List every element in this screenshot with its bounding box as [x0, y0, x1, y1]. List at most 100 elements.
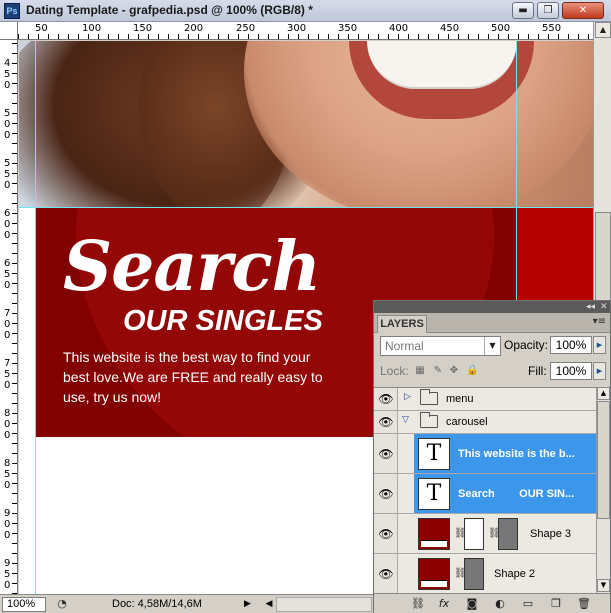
lock-all-icon[interactable]: 🔒: [466, 365, 478, 377]
ruler-ticks: [18, 34, 593, 39]
ruler-label: 100: [82, 23, 102, 34]
scroll-down-button[interactable]: ▼: [597, 579, 610, 592]
layer-list-scrollbar[interactable]: ▲ ▼: [596, 387, 610, 593]
fill-slider-button[interactable]: ▶: [593, 362, 606, 380]
blend-mode-value: Normal: [385, 339, 424, 353]
eye-icon[interactable]: 👁: [378, 527, 394, 541]
group-indent: [398, 514, 414, 553]
group-indent: [398, 554, 414, 593]
ruler-origin[interactable]: [0, 22, 18, 40]
window-title: Dating Template - grafpedia.psd @ 100% (…: [26, 3, 313, 17]
eye-icon[interactable]: 👁: [378, 447, 394, 461]
add-mask-icon[interactable]: ◙: [464, 597, 480, 611]
scroll-up-button[interactable]: ▲: [597, 387, 610, 400]
navigator-icon[interactable]: ◔: [52, 597, 72, 612]
shape-thumbnail: [418, 558, 450, 590]
new-group-icon[interactable]: ▭: [520, 597, 536, 611]
zoom-level-field[interactable]: 100%: [2, 597, 46, 612]
vector-mask-thumbnail[interactable]: [498, 518, 518, 550]
opacity-label: Opacity:: [504, 338, 549, 352]
opacity-input[interactable]: 100%: [550, 336, 592, 354]
ruler-label: 6 0 0: [4, 208, 11, 241]
link-layers-icon[interactable]: ⛓: [410, 597, 426, 611]
ruler-label: 8 5 0: [4, 458, 11, 491]
ruler-label: 9 0 0: [4, 508, 11, 541]
ruler-label: 7 5 0: [4, 358, 11, 391]
banner-body-text: This website is the best way to find you…: [63, 349, 323, 405]
guide-line-horizontal[interactable]: [19, 207, 593, 208]
eye-icon[interactable]: 👁: [378, 415, 394, 429]
blend-mode-select[interactable]: Normal ▼: [380, 336, 501, 356]
link-icon[interactable]: ⛓: [454, 568, 467, 580]
text-layer-icon: T: [418, 438, 450, 470]
lock-pixels-icon[interactable]: ✎: [432, 365, 444, 377]
layer-row-headline-text[interactable]: 👁 T Search OUR SIN...: [374, 474, 596, 514]
layer-name: Shape 2: [494, 568, 535, 580]
vertical-ruler[interactable]: 4 5 0 5 0 0 5 5 0 6 0 0 6 5 0 7 0 0 7 5 …: [0, 40, 18, 594]
ruler-label: 5 0 0: [4, 108, 11, 141]
lock-transparency-icon[interactable]: ▦: [414, 365, 426, 377]
layer-name: menu: [446, 393, 474, 405]
minimize-button[interactable]: ▬: [512, 2, 534, 19]
vector-mask-thumbnail[interactable]: [464, 558, 484, 590]
horizontal-scrollbar[interactable]: [276, 597, 372, 612]
ruler-label: 450: [440, 23, 460, 34]
opacity-slider-button[interactable]: ▶: [593, 336, 606, 354]
scroll-up-button[interactable]: ▲: [595, 22, 611, 38]
link-icon[interactable]: ⛓: [488, 528, 501, 540]
text-layer-icon: T: [418, 478, 450, 510]
tab-layers[interactable]: LAYERS: [377, 315, 427, 333]
layer-name: Shape 3: [530, 528, 571, 540]
fx-icon[interactable]: fx: [436, 597, 452, 611]
collapse-triangle-icon[interactable]: ▽: [402, 415, 409, 425]
ruler-label: 400: [389, 23, 409, 34]
expand-triangle-icon[interactable]: ▷: [404, 392, 411, 402]
banner-headline: Search: [63, 227, 321, 307]
scroll-thumb[interactable]: [595, 212, 611, 312]
folder-icon: [420, 389, 438, 405]
eye-icon[interactable]: 👁: [378, 392, 394, 406]
ruler-label: 6 5 0: [4, 258, 11, 291]
ruler-label: 7 0 0: [4, 308, 11, 341]
lock-position-icon[interactable]: ✥: [448, 365, 460, 377]
scroll-thumb[interactable]: [597, 401, 610, 519]
lock-label: Lock:: [380, 364, 409, 378]
layer-name: This website is the b...: [458, 448, 575, 460]
layers-panel: ◂◂ ✕ LAYERS ▾≡ Normal ▼ Opacity: 100% ▶ …: [373, 300, 611, 613]
layers-panel-toolbar: ⛓ fx ◙ ◐ ▭ ❐ 🗑: [374, 593, 610, 613]
collapse-panel-icon[interactable]: ◂◂: [586, 301, 595, 313]
document-size-info[interactable]: Doc: 4,58M/14,6M: [112, 598, 202, 610]
link-icon[interactable]: ⛓: [454, 528, 467, 540]
panel-menu-icon[interactable]: ▾≡: [593, 316, 606, 327]
ruler-label: 300: [287, 23, 307, 34]
fill-input[interactable]: 100%: [550, 362, 592, 380]
guide-line-vertical[interactable]: [35, 41, 36, 594]
layer-row-menu[interactable]: 👁 ▷ menu: [374, 388, 596, 411]
ruler-label: 150: [133, 23, 153, 34]
scroll-left-button[interactable]: ◀: [262, 597, 276, 612]
photoshop-document-window: Ps Dating Template - grafpedia.psd @ 100…: [0, 0, 611, 613]
eye-icon[interactable]: 👁: [378, 487, 394, 501]
ruler-ticks: [12, 40, 17, 594]
layer-row-carousel[interactable]: 👁 ▽ carousel: [374, 411, 596, 434]
close-panel-icon[interactable]: ✕: [600, 301, 608, 313]
panel-dock-bar[interactable]: ◂◂ ✕: [374, 301, 610, 313]
trash-icon[interactable]: 🗑: [576, 597, 592, 611]
maximize-button[interactable]: ❐: [537, 2, 559, 19]
status-menu-arrow-icon[interactable]: ▶: [244, 597, 256, 612]
eye-icon[interactable]: 👁: [378, 567, 394, 581]
chevron-down-icon[interactable]: ▼: [484, 337, 500, 355]
title-bar[interactable]: Ps Dating Template - grafpedia.psd @ 100…: [0, 0, 611, 22]
new-layer-icon[interactable]: ❐: [548, 597, 564, 611]
layer-mask-thumbnail[interactable]: [464, 518, 484, 550]
layer-row-shape-2[interactable]: 👁 ⛓ Shape 2: [374, 554, 596, 593]
ruler-label: 550: [542, 23, 562, 34]
smiling-woman-photo: [19, 41, 593, 207]
ruler-label: 5 5 0: [4, 158, 11, 191]
layer-row-shape-3[interactable]: 👁 ⛓ ⛓ Shape 3: [374, 514, 596, 554]
layer-list: 👁 ▷ menu 👁 ▽ carousel 👁 T This website i…: [374, 387, 596, 593]
layer-row-body-text[interactable]: 👁 T This website is the b...: [374, 434, 596, 474]
horizontal-ruler[interactable]: 50 100 150 200 250 300 350 400 450 500 5…: [18, 22, 593, 40]
adjustment-layer-icon[interactable]: ◐: [492, 597, 508, 611]
close-button[interactable]: ✕: [562, 2, 604, 19]
